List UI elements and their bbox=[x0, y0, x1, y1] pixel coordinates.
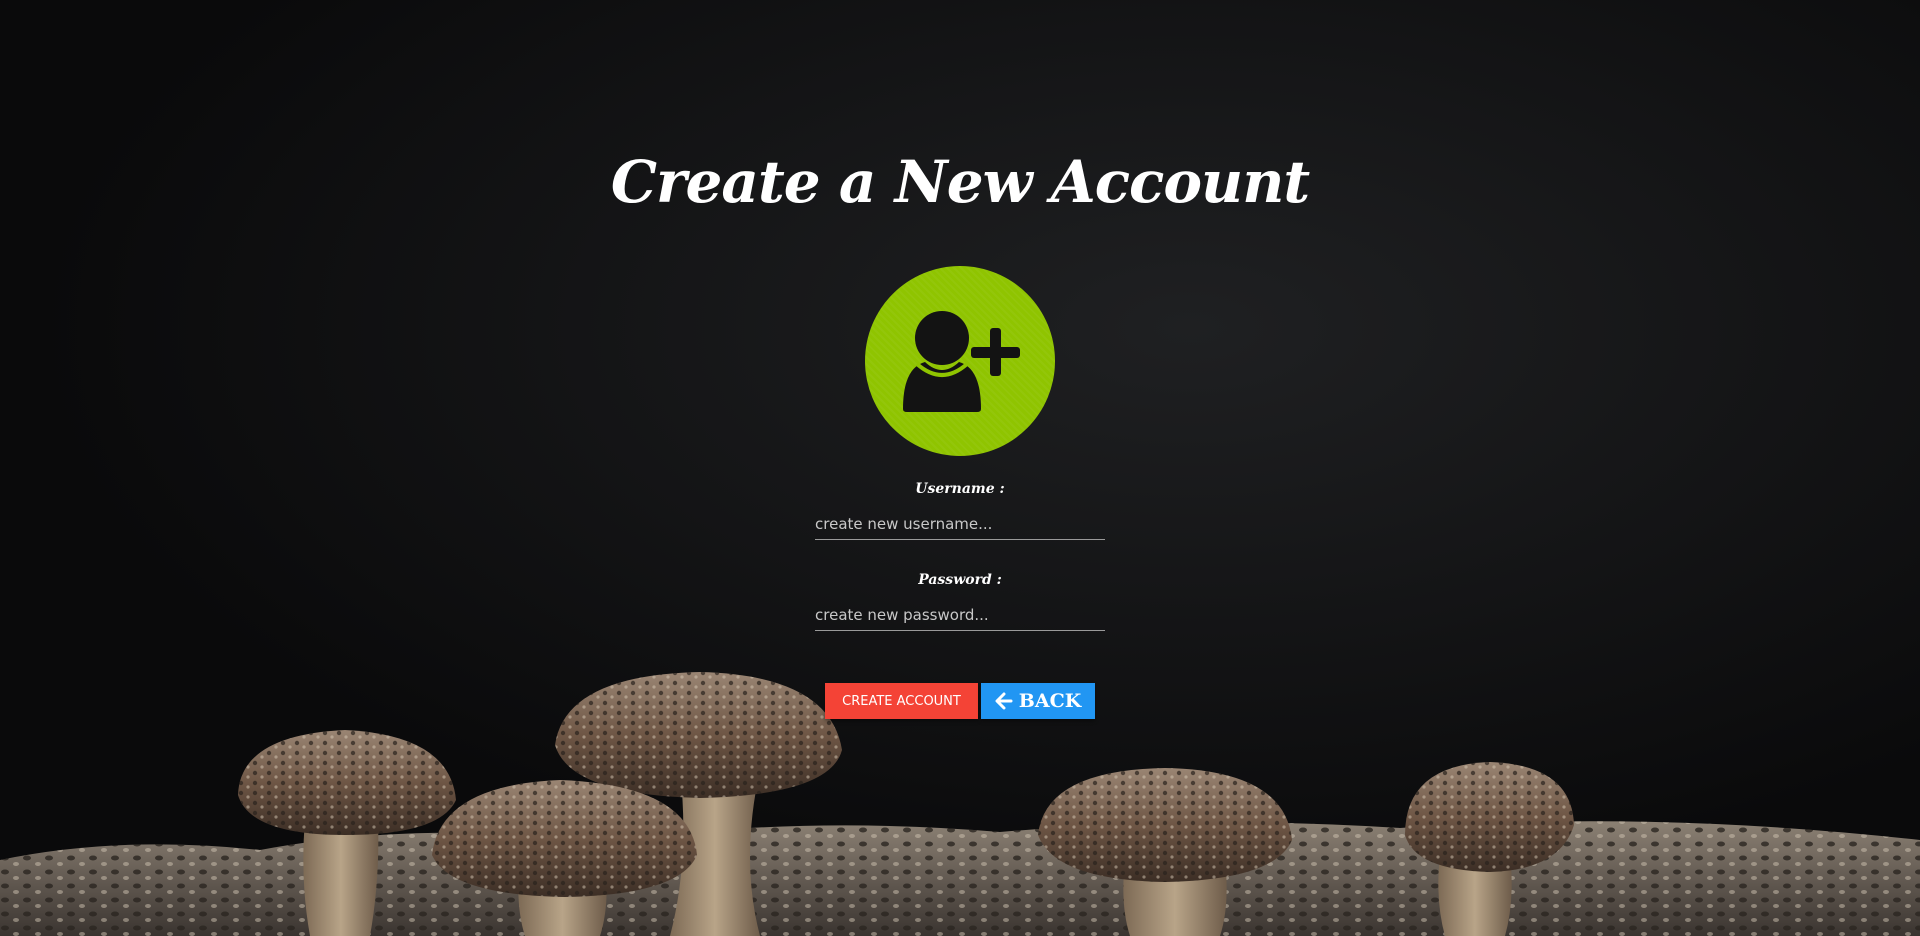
add-user-icon bbox=[865, 266, 1055, 456]
username-label: Username : bbox=[915, 481, 1005, 497]
password-input[interactable] bbox=[815, 600, 1105, 631]
back-button-label: BACK bbox=[1018, 690, 1082, 712]
page-title: Create a New Account bbox=[610, 148, 1310, 216]
username-input[interactable] bbox=[815, 509, 1105, 540]
create-account-button[interactable]: CREATE ACCOUNT bbox=[825, 683, 978, 719]
password-label: Password : bbox=[918, 572, 1002, 588]
back-button[interactable]: BACK bbox=[981, 683, 1095, 719]
arrow-left-icon bbox=[995, 692, 1013, 710]
background-mushrooms-image bbox=[0, 0, 1920, 936]
